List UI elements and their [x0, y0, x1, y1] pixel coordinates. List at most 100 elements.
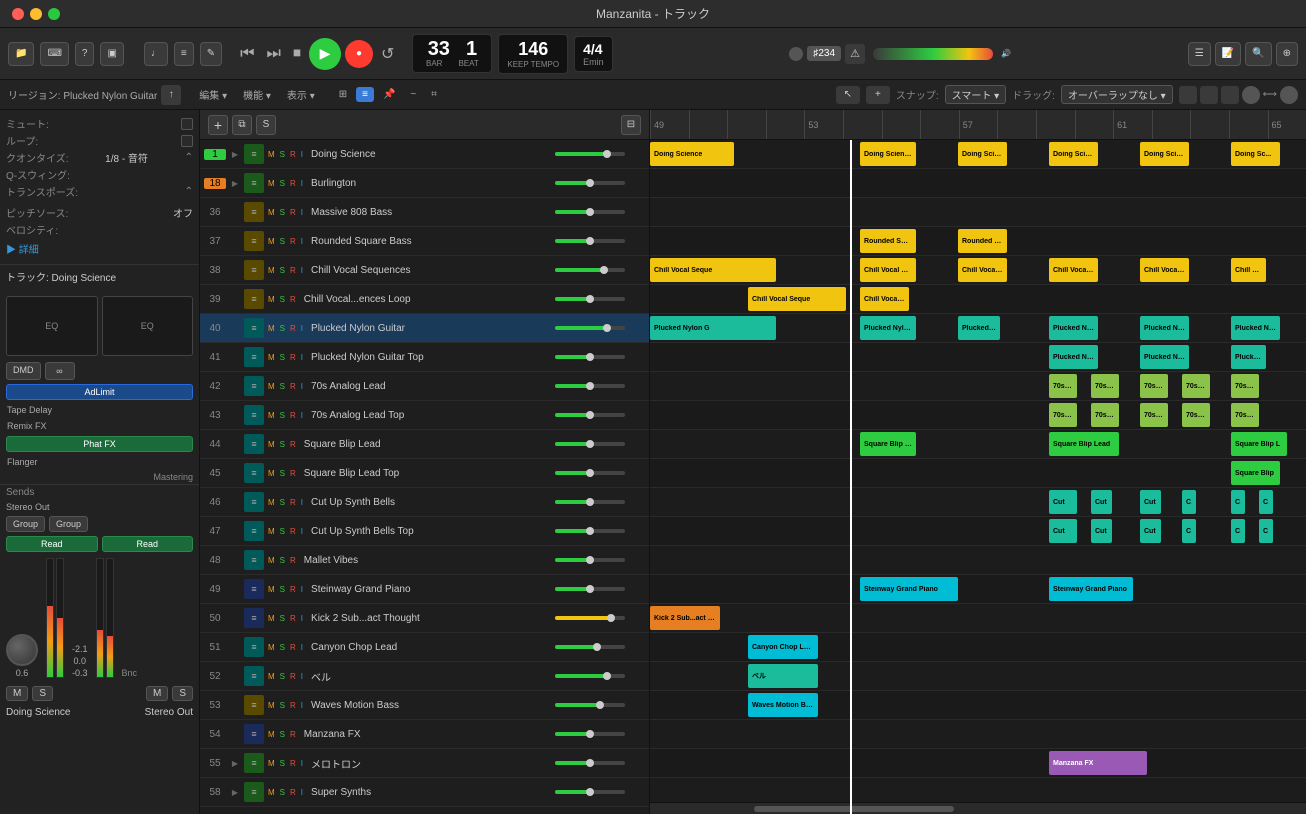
arrangement-clip[interactable]: Plucked Nylon Gu	[1140, 316, 1189, 340]
track-i-button[interactable]: I	[299, 497, 305, 508]
track-r-button[interactable]: R	[288, 584, 298, 595]
track-volume-slider[interactable]	[555, 355, 645, 359]
arrangement-clip[interactable]: ベル	[748, 664, 818, 688]
track-r-button[interactable]: R	[288, 787, 298, 798]
track-row[interactable]: 50≡MSRIKick 2 Sub...act Thought	[200, 604, 649, 633]
track-s-button[interactable]: S	[278, 584, 287, 595]
zoom-out-btn[interactable]	[1221, 86, 1239, 104]
track-s-button[interactable]: S	[278, 294, 287, 305]
eq-display-left[interactable]: EQ	[6, 296, 98, 356]
arrangement-clip[interactable]: 70s Ana	[1049, 403, 1077, 427]
track-r-button[interactable]: R	[288, 294, 298, 305]
playhead-toggle[interactable]	[1280, 86, 1298, 104]
arrangement-clip[interactable]: Cut	[1091, 490, 1112, 514]
track-s-button[interactable]: S	[278, 555, 287, 566]
track-r-button[interactable]: R	[288, 265, 298, 276]
track-r-button[interactable]: R	[288, 178, 298, 189]
track-r-button[interactable]: R	[288, 729, 298, 740]
gain-display[interactable]: ♯234	[807, 46, 841, 61]
rewind-btn[interactable]: ⏮	[236, 43, 258, 65]
arrangement-clip[interactable]: 70s Ana	[1231, 403, 1259, 427]
arrangement-clip[interactable]: 70s Ana	[1091, 403, 1119, 427]
arrangement-clip[interactable]: Chill Vocal Seque	[1140, 258, 1189, 282]
arrangement-clip[interactable]: Cut	[1140, 519, 1161, 543]
arrangement-clip[interactable]: Kick 2 Sub...act Thought	[650, 606, 720, 630]
track-row[interactable]: 46≡MSRICut Up Synth Bells	[200, 488, 649, 517]
track-i-button[interactable]: I	[299, 758, 305, 769]
search-btn[interactable]: 🔍	[1245, 42, 1271, 66]
track-m-button[interactable]: M	[266, 526, 277, 537]
track-s-button[interactable]: S	[278, 497, 287, 508]
track-s-button[interactable]: S	[278, 787, 287, 798]
midi-edit-btn[interactable]: ~	[404, 87, 422, 102]
track-s-button[interactable]: S	[278, 410, 287, 421]
track-volume-slider[interactable]	[555, 761, 645, 765]
track-s-button[interactable]: S	[278, 671, 287, 682]
track-row[interactable]: 49≡MSRISteinway Grand Piano	[200, 575, 649, 604]
track-row[interactable]: 37≡MSRIRounded Square Bass	[200, 227, 649, 256]
track-list-content[interactable]: 1▶≡MSRIDoing Science18▶≡MSRIBurlington36…	[200, 140, 649, 814]
detail-toggle[interactable]: ▶ 詳細	[6, 245, 39, 256]
track-m-button[interactable]: M	[266, 729, 277, 740]
arrangement-clip[interactable]: Square Blip Lead	[860, 432, 916, 456]
position-display[interactable]: 33 1 BAR BEAT	[412, 34, 492, 73]
track-m-button[interactable]: M	[266, 410, 277, 421]
track-row[interactable]: 36≡MSRIMassive 808 Bass	[200, 198, 649, 227]
track-r-button[interactable]: R	[288, 352, 298, 363]
track-m-button[interactable]: M	[266, 439, 277, 450]
metronome-btn[interactable]: ♩	[144, 42, 168, 66]
track-volume-slider[interactable]	[555, 500, 645, 504]
arrangement-clip[interactable]: Plucked Nylon G	[860, 316, 916, 340]
arrangement-clip[interactable]: Doing Sc...	[1231, 142, 1280, 166]
arrangement-clip[interactable]: Cut	[1049, 519, 1077, 543]
track-view-btn[interactable]: ≡	[356, 87, 374, 102]
track-row[interactable]: 45≡MSRSquare Blip Lead Top	[200, 459, 649, 488]
arrangement-clip[interactable]: Cut	[1091, 519, 1112, 543]
arrangement-clip[interactable]: Plucked Nylo	[1231, 345, 1266, 369]
track-i-button[interactable]: I	[299, 410, 305, 421]
pointer-tool[interactable]: ↖	[836, 86, 860, 104]
grid-btn[interactable]: ⊞	[333, 87, 353, 102]
arrangement-clip[interactable]: Plucked Nylon Gu	[1140, 345, 1189, 369]
track-row[interactable]: 38≡MSRIChill Vocal Sequences	[200, 256, 649, 285]
m-btn-left[interactable]: M	[6, 686, 28, 701]
play-btn[interactable]: ▶	[309, 38, 341, 70]
arrangement-clip[interactable]: Canyon Chop Lead	[748, 635, 818, 659]
smart-controls-btn[interactable]: ⌨	[40, 42, 68, 66]
track-row[interactable]: 48≡MSRMallet Vibes	[200, 546, 649, 575]
mute-checkbox[interactable]	[181, 118, 193, 130]
track-s-button[interactable]: S	[278, 236, 287, 247]
track-r-button[interactable]: R	[288, 555, 298, 566]
arrangement-clip[interactable]: Square Blip Lead	[1049, 432, 1119, 456]
arrangement-clip[interactable]: Doing Science	[1049, 142, 1098, 166]
arrangement-clip[interactable]: Doing Science	[958, 142, 1007, 166]
track-s-button[interactable]: S	[278, 758, 287, 769]
tape-delay-label[interactable]: Tape Delay	[6, 404, 193, 416]
view-menu[interactable]: 表示 ▾	[281, 85, 321, 104]
track-i-button[interactable]: I	[299, 700, 305, 711]
arrangement-clip[interactable]: Waves Motion Bass	[748, 693, 818, 717]
track-r-button[interactable]: R	[288, 642, 298, 653]
track-s-button[interactable]: S	[278, 352, 287, 363]
add-track-btn[interactable]: +	[208, 115, 228, 135]
arrangement-clip[interactable]: Chill Vocal S	[958, 258, 1007, 282]
arrangement-clip[interactable]: 70s Ana	[1182, 374, 1210, 398]
track-m-button[interactable]: M	[266, 787, 277, 798]
list-view-btn[interactable]: ☰	[1188, 42, 1211, 66]
arrangement-clip[interactable]: Chill Vocal Seque	[748, 287, 846, 311]
arrangement-clip[interactable]: Doing Science	[860, 142, 916, 166]
transpose-stepper[interactable]: ⌃	[185, 186, 193, 197]
track-row[interactable]: 40≡MSRIPlucked Nylon Guitar	[200, 314, 649, 343]
track-r-button[interactable]: R	[288, 439, 298, 450]
edit-menu[interactable]: 編集 ▾	[193, 85, 233, 104]
track-expand-btn[interactable]: ▶	[228, 150, 242, 159]
track-volume-slider[interactable]	[555, 239, 645, 243]
eq-display-right[interactable]: EQ	[102, 296, 194, 356]
arrangement-clip[interactable]: Chill Vocal Seque	[1049, 258, 1098, 282]
track-volume-slider[interactable]	[555, 442, 645, 446]
track-m-button[interactable]: M	[266, 381, 277, 392]
arrangement-clip[interactable]: 70s Ana	[1231, 374, 1259, 398]
duplicate-track-btn[interactable]: ⧉	[232, 115, 252, 135]
pencil-btn[interactable]: ✎	[200, 42, 222, 66]
track-volume-slider[interactable]	[555, 413, 645, 417]
